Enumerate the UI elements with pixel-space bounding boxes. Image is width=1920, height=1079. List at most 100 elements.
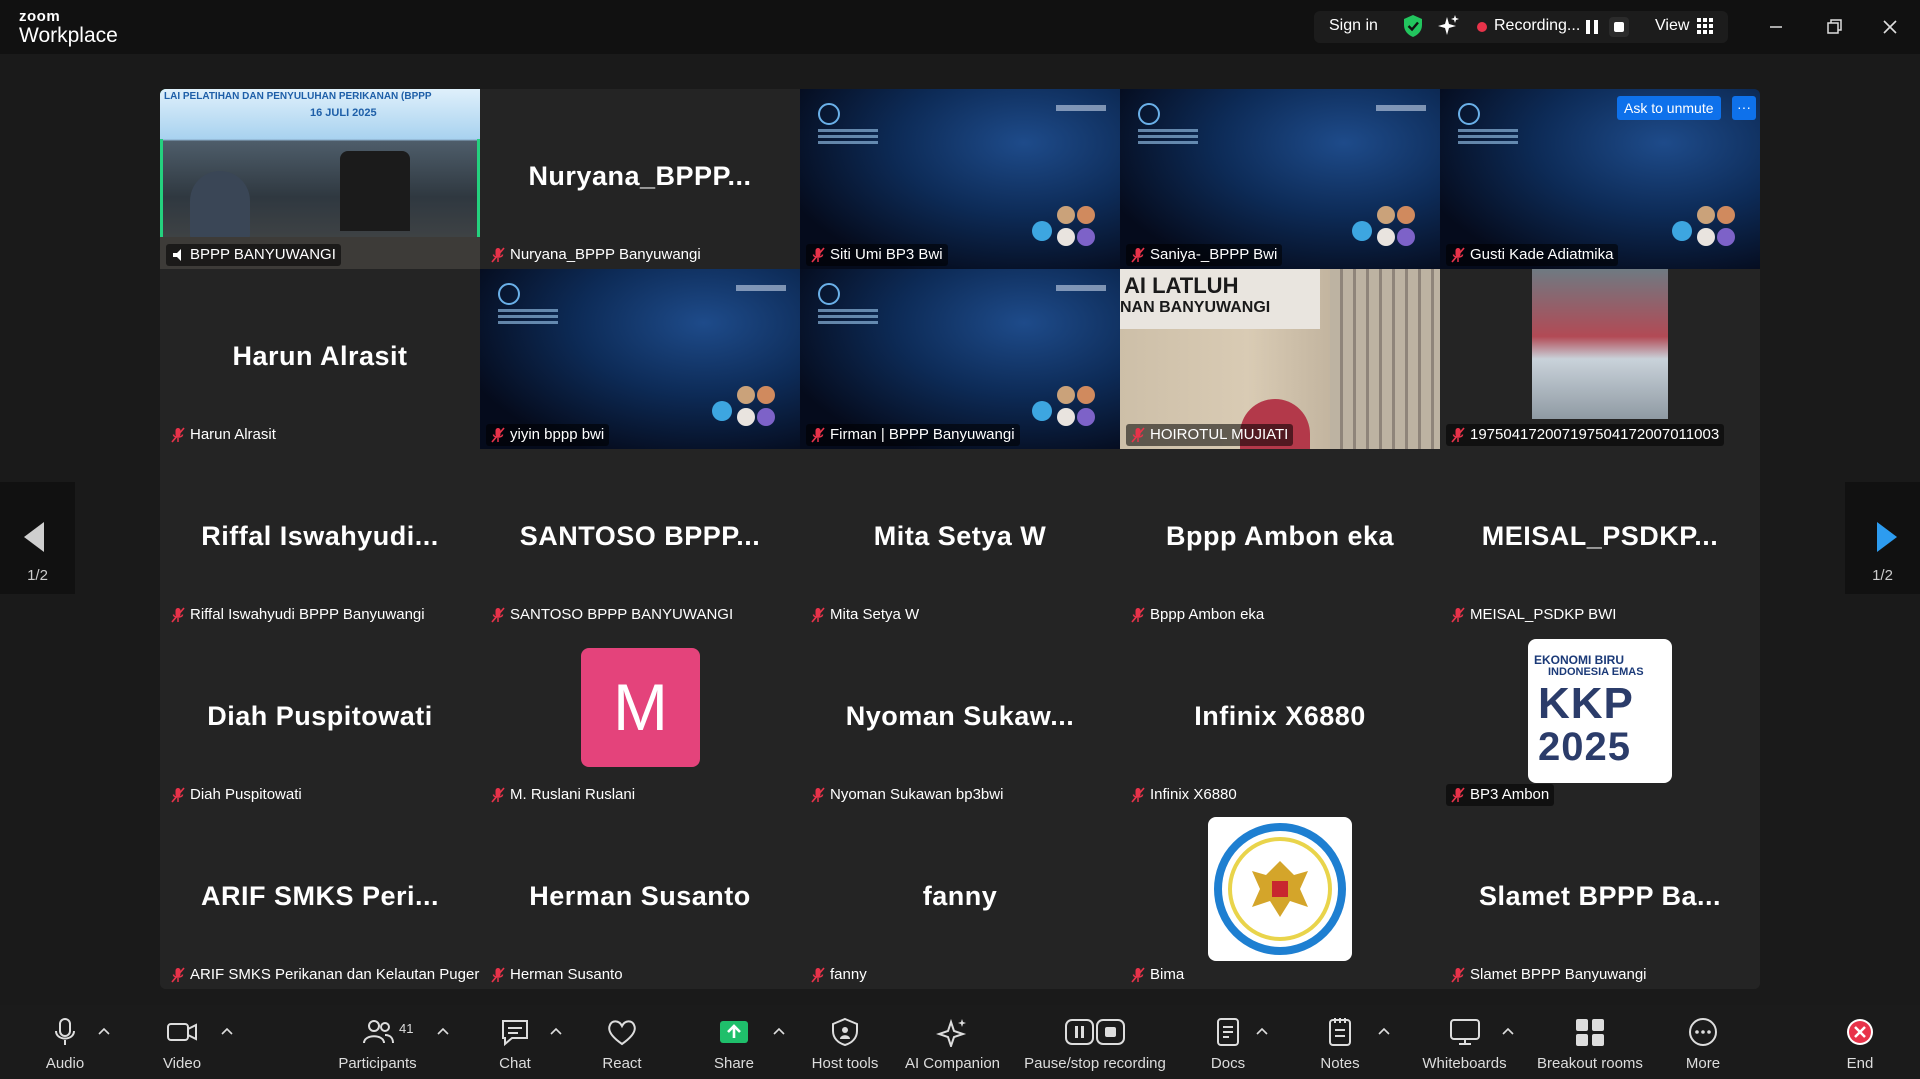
- participant-name-label: Mita Setya W: [806, 604, 924, 626]
- participant-name-label: ARIF SMKS Perikanan dan Kelautan Puger: [166, 964, 480, 986]
- avatar: M: [581, 648, 700, 767]
- participant-display-name: Infinix X6880: [1194, 701, 1366, 731]
- participant-tile[interactable]: Bppp Ambon eka Bppp Ambon eka: [1120, 449, 1440, 629]
- participant-tile[interactable]: Nyoman Sukaw... Nyoman Sukawan bp3bwi: [800, 629, 1120, 809]
- participant-display-name: Nyoman Sukaw...: [845, 701, 1075, 731]
- logo-icon: [818, 103, 840, 125]
- participant-tile[interactable]: Infinix X6880 Infinix X6880: [1120, 629, 1440, 809]
- docs-options-chevron-up-icon[interactable]: [1256, 1027, 1268, 1035]
- participant-tile[interactable]: 197504172007197504172007011003: [1440, 269, 1760, 449]
- share-button[interactable]: Share: [699, 1005, 769, 1079]
- participant-display-name: Mita Setya W: [873, 521, 1047, 551]
- close-icon[interactable]: [1876, 13, 1904, 41]
- end-meeting-button[interactable]: End: [1825, 1005, 1895, 1079]
- participant-tile[interactable]: Siti Umi BP3 Bwi: [800, 89, 1120, 269]
- breakout-rooms-button[interactable]: Breakout rooms: [1530, 1005, 1650, 1079]
- more-dots-icon: [1689, 1018, 1717, 1046]
- muted-mic-icon: [1131, 427, 1145, 443]
- muted-mic-icon: [171, 787, 185, 803]
- whiteboards-options-chevron-up-icon[interactable]: [1502, 1027, 1514, 1035]
- orbs-icon: [1032, 386, 1095, 426]
- participant-tile[interactable]: fanny fanny: [800, 809, 1120, 989]
- muted-mic-icon: [491, 427, 505, 443]
- participant-tile[interactable]: Nuryana_BPPP... Nuryana_BPPP Banyuwangi: [480, 89, 800, 269]
- participant-tile[interactable]: Riffal Iswahyudi... Riffal Iswahyudi BPP…: [160, 449, 480, 629]
- participant-display-name: Bppp Ambon eka: [1165, 521, 1394, 551]
- audio-button[interactable]: Audio: [30, 1005, 100, 1079]
- notes-icon: [1329, 1018, 1351, 1046]
- participant-tile[interactable]: MEISAL_PSDKP... MEISAL_PSDKP BWI: [1440, 449, 1760, 629]
- participant-tile[interactable]: Mita Setya W Mita Setya W: [800, 449, 1120, 629]
- view-button[interactable]: View: [1655, 17, 1689, 35]
- video-camera-icon: [167, 1023, 197, 1041]
- participant-name-label: Firman | BPPP Banyuwangi: [806, 424, 1020, 446]
- participant-tile[interactable]: Bima: [1120, 809, 1440, 989]
- participant-tile[interactable]: Firman | BPPP Banyuwangi: [800, 269, 1120, 449]
- whiteboards-button[interactable]: Whiteboards: [1417, 1005, 1512, 1079]
- muted-mic-icon: [1131, 787, 1145, 803]
- react-button[interactable]: React: [587, 1005, 657, 1079]
- video-options-chevron-up-icon[interactable]: [221, 1027, 233, 1035]
- ai-companion-button[interactable]: AI Companion: [900, 1005, 1005, 1079]
- participant-tile[interactable]: EKONOMI BIRU INDONESIA EMAS KKP 2025 BP3…: [1440, 629, 1760, 809]
- participant-tile[interactable]: M M. Ruslani Ruslani: [480, 629, 800, 809]
- participant-tile[interactable]: SANTOSO BPPP... SANTOSO BPPP BANYUWANGI: [480, 449, 800, 629]
- participant-tile[interactable]: LAI PELATIHAN DAN PENYULUHAN PERIKANAN (…: [160, 89, 480, 269]
- sign-in-button[interactable]: Sign in: [1329, 17, 1378, 35]
- pause-recording-icon[interactable]: [1582, 17, 1602, 37]
- participant-tile[interactable]: Ask to unmute ··· Gusti Kade Adiatmika: [1440, 89, 1760, 269]
- share-options-chevron-up-icon[interactable]: [773, 1027, 785, 1035]
- logo-icon: [498, 283, 520, 305]
- participants-button[interactable]: 41 Participants: [330, 1005, 425, 1079]
- wall-sign-text: AI LATLUH: [1124, 273, 1239, 298]
- muted-mic-icon: [491, 967, 505, 983]
- recording-status[interactable]: Recording...: [1494, 17, 1580, 35]
- host-tools-button[interactable]: Host tools: [805, 1005, 885, 1079]
- participant-tile[interactable]: Herman Susanto Herman Susanto: [480, 809, 800, 989]
- participant-tile[interactable]: Saniya-_BPPP Bwi: [1120, 89, 1440, 269]
- participants-count: 41: [399, 1021, 414, 1036]
- muted-mic-icon: [171, 607, 185, 623]
- banner-date: 16 JULI 2025: [310, 107, 377, 119]
- grid-view-icon[interactable]: [1697, 18, 1713, 34]
- docs-button[interactable]: Docs: [1193, 1005, 1263, 1079]
- tile-more-button[interactable]: ···: [1732, 96, 1756, 120]
- video-button[interactable]: Video: [147, 1005, 217, 1079]
- participant-name-label: Nuryana_BPPP Banyuwangi: [486, 244, 706, 266]
- muted-mic-icon: [171, 967, 185, 983]
- chat-button[interactable]: Chat: [480, 1005, 550, 1079]
- pause-stop-recording-button[interactable]: Pause/stop recording: [1020, 1005, 1170, 1079]
- participant-tile[interactable]: ARIF SMKS Peri... ARIF SMKS Perikanan da…: [160, 809, 480, 989]
- audio-options-chevron-up-icon[interactable]: [98, 1027, 110, 1035]
- breakout-rooms-icon: [1576, 1019, 1604, 1046]
- participant-tile[interactable]: Slamet BPPP Ba... Slamet BPPP Banyuwangi: [1440, 809, 1760, 989]
- participant-display-name: Diah Puspitowati: [207, 701, 433, 731]
- ai-sparkle-icon[interactable]: [1438, 14, 1460, 38]
- stop-recording-icon[interactable]: [1609, 17, 1629, 37]
- ask-to-unmute-button[interactable]: Ask to unmute: [1617, 96, 1721, 120]
- document-icon: [1217, 1018, 1239, 1046]
- notes-options-chevron-up-icon[interactable]: [1378, 1027, 1390, 1035]
- chat-options-chevron-up-icon[interactable]: [550, 1027, 562, 1035]
- muted-mic-icon: [811, 247, 825, 263]
- participant-display-name: SANTOSO BPPP...: [519, 521, 761, 551]
- pause-stop-recording-icon: [1065, 1019, 1125, 1045]
- chair: [340, 151, 410, 231]
- more-button[interactable]: More: [1668, 1005, 1738, 1079]
- next-page-button[interactable]: 1/2: [1845, 482, 1920, 594]
- participant-tile[interactable]: AI LATLUH NAN BANYUWANGI HOIROTUL MUJIAT…: [1120, 269, 1440, 449]
- orbs-icon: [1352, 206, 1415, 246]
- participant-name-label: Slamet BPPP Banyuwangi: [1446, 964, 1652, 986]
- participant-tile[interactable]: Harun Alrasit Harun Alrasit: [160, 269, 480, 449]
- participant-tile[interactable]: yiyin bppp bwi: [480, 269, 800, 449]
- participants-options-chevron-up-icon[interactable]: [437, 1027, 449, 1035]
- participant-tile[interactable]: Diah Puspitowati Diah Puspitowati: [160, 629, 480, 809]
- participant-display-name: ARIF SMKS Peri...: [200, 881, 440, 911]
- notes-button[interactable]: Notes: [1305, 1005, 1375, 1079]
- chat-bubble-icon: [502, 1020, 528, 1047]
- shield-check-icon[interactable]: [1402, 14, 1424, 38]
- restore-icon[interactable]: [1820, 13, 1848, 41]
- minimize-icon[interactable]: [1762, 13, 1790, 41]
- prev-page-button[interactable]: 1/2: [0, 482, 75, 594]
- participant-display-name: MEISAL_PSDKP...: [1481, 521, 1719, 551]
